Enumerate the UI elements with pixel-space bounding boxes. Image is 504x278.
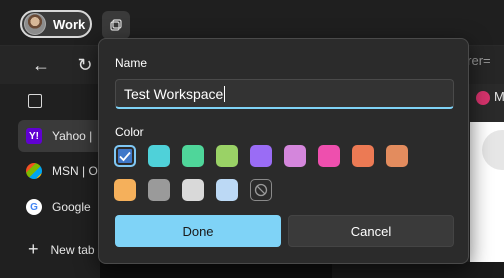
no-color-icon xyxy=(254,183,268,197)
profile-label: Work xyxy=(53,16,86,32)
sidebar-tab-label: Google xyxy=(52,200,91,214)
workspace-name-input[interactable]: Test Workspace xyxy=(115,79,454,109)
new-tab-label: New tab xyxy=(50,242,95,257)
color-swatch[interactable] xyxy=(352,145,374,167)
color-swatch[interactable] xyxy=(318,145,340,167)
edit-workspace-dialog: Name Test Workspace Color Done Cancel xyxy=(98,38,469,264)
sidebar-tab-label: MSN | O xyxy=(52,164,98,178)
done-button[interactable]: Done xyxy=(115,215,281,247)
tab-actions-icon[interactable] xyxy=(28,94,42,108)
color-swatch[interactable] xyxy=(114,179,136,201)
color-swatch[interactable] xyxy=(284,145,306,167)
workspace-name-value: Test Workspace xyxy=(124,85,224,102)
color-swatch[interactable] xyxy=(216,179,238,201)
workspaces-icon xyxy=(110,19,122,31)
text-caret xyxy=(224,85,226,102)
tab-title-fragment: M xyxy=(494,89,504,104)
color-label: Color xyxy=(115,125,144,139)
sidebar-tab-label: Yahoo | xyxy=(52,129,93,143)
cancel-button[interactable]: Cancel xyxy=(288,215,454,247)
color-swatch[interactable] xyxy=(182,179,204,201)
color-swatch[interactable] xyxy=(182,145,204,167)
avatar xyxy=(24,13,46,35)
page-bottom-band xyxy=(332,262,504,278)
msn-favicon-icon xyxy=(26,163,42,179)
no-color-swatch[interactable] xyxy=(250,179,272,201)
new-tab-button[interactable]: + New tab xyxy=(28,239,95,260)
color-swatch[interactable] xyxy=(148,145,170,167)
workspaces-button[interactable] xyxy=(102,11,130,39)
back-icon[interactable]: ← xyxy=(30,54,52,76)
color-swatch-selected[interactable] xyxy=(114,145,136,167)
plus-icon: + xyxy=(28,239,39,259)
browser-window: Work ← ↻ ferrer= Y! Yahoo | MSN | O G Go… xyxy=(0,0,504,278)
color-swatch[interactable] xyxy=(148,179,170,201)
color-swatch[interactable] xyxy=(216,145,238,167)
yahoo-favicon-icon: Y! xyxy=(26,128,42,144)
color-swatch[interactable] xyxy=(386,145,408,167)
refresh-icon[interactable]: ↻ xyxy=(74,54,96,76)
google-favicon-icon: G xyxy=(26,199,42,215)
tab-favicon-icon xyxy=(476,91,490,105)
checkmark-icon xyxy=(119,151,131,162)
color-swatch[interactable] xyxy=(250,145,272,167)
name-label: Name xyxy=(115,56,148,70)
profile-button[interactable]: Work xyxy=(20,10,92,38)
